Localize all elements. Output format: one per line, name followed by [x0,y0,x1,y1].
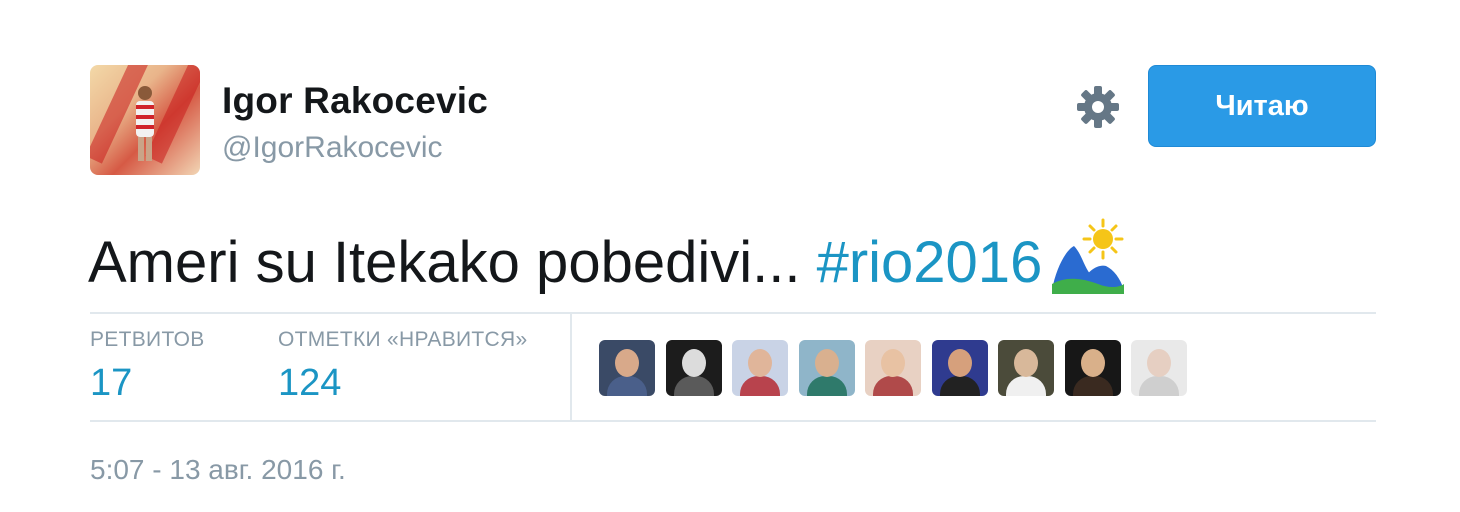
liker-avatar-body [1072,376,1113,396]
liker-avatar-body [673,376,714,396]
divider [90,420,1376,422]
liker-avatar-body [873,376,913,396]
retweets-count: 17 [90,362,133,404]
likes-count: 124 [278,362,342,404]
liker-avatar-face [1080,349,1105,377]
liker-avatar[interactable] [798,340,855,396]
retweets-stat[interactable]: РЕТВИТОВ 17 [90,328,205,405]
hashtag-link[interactable]: #rio2016 [817,230,1043,295]
liker-avatar-body [1139,376,1179,396]
liker-avatar-face [814,349,839,377]
liker-avatar-body [939,376,980,396]
follow-button[interactable]: Читаю [1148,65,1376,147]
liker-avatar-body [806,376,847,396]
liker-avatar-face [1014,349,1038,377]
divider [90,312,1376,314]
liker-avatar[interactable] [599,340,655,396]
tweet-body: Ameri su Itekako pobedivi... [88,230,817,295]
liker-avatar-body [740,376,780,396]
liker-avatar-face [881,349,905,377]
liker-avatar-body [1006,376,1046,396]
liker-avatar-body [607,376,647,396]
liker-avatar[interactable] [865,340,921,396]
liker-avatar[interactable] [732,340,788,396]
liker-avatar[interactable] [998,340,1054,396]
liker-avatar[interactable] [1064,340,1121,396]
liker-avatar[interactable] [931,340,988,396]
rio-olympics-emoji-icon [1052,218,1125,294]
liker-avatar[interactable] [665,340,722,396]
avatar-figure [136,86,154,161]
user-handle[interactable]: @IgorRakocevic [222,131,443,165]
liker-avatar-face [947,349,972,377]
liker-avatar-face [1147,349,1171,377]
user-avatar[interactable] [90,65,200,175]
user-display-name[interactable]: Igor Rakocevic [222,80,488,122]
gear-icon[interactable] [1075,84,1121,130]
retweets-label: РЕТВИТОВ [90,328,205,351]
stats-divider [570,314,572,420]
tweet-text: Ameri su Itekako pobedivi... #rio2016 [88,218,1126,298]
likes-stat[interactable]: ОТМЕТКИ «НРАВИТСЯ» 124 [278,328,527,405]
liker-avatar-face [681,349,706,377]
liker-avatar[interactable] [1131,340,1187,396]
tweet-card: Igor Rakocevic @IgorRakocevic Читаю Amer… [0,0,1460,512]
likes-label: ОТМЕТКИ «НРАВИТСЯ» [278,328,528,351]
tweet-timestamp[interactable]: 5:07 - 13 авг. 2016 г. [90,454,346,486]
liker-avatar-face [748,349,772,377]
liker-avatar-face [615,349,639,377]
